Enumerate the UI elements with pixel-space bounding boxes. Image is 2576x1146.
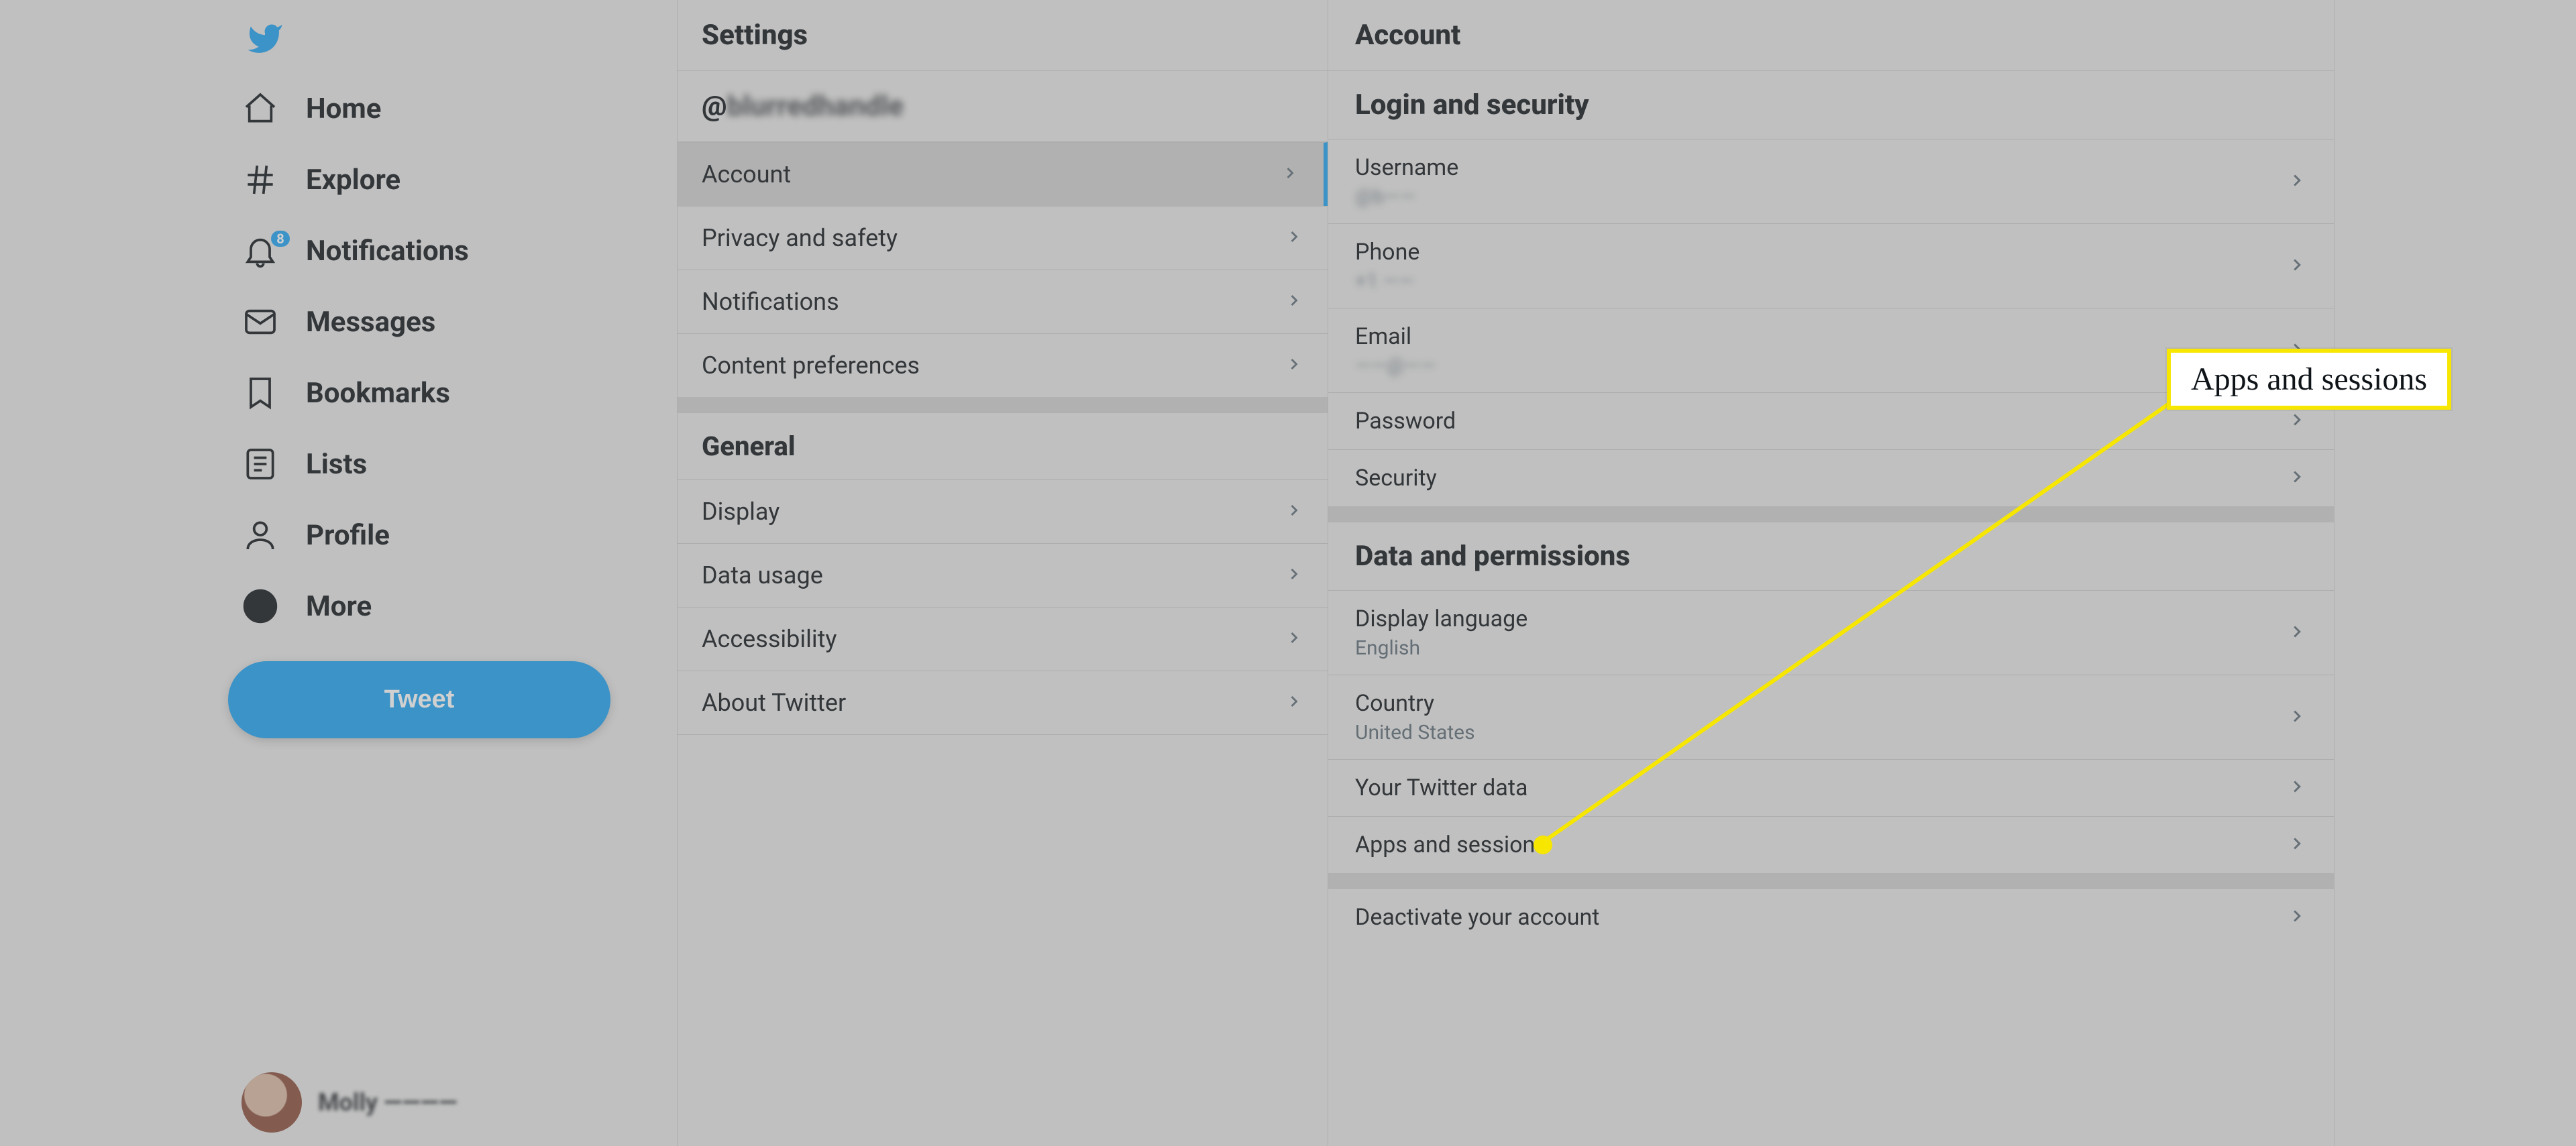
chevron-right-icon (2287, 170, 2307, 193)
settings-item-content[interactable]: Content preferences (678, 333, 1328, 397)
chevron-right-icon (2287, 906, 2307, 929)
chevron-right-icon (2287, 467, 2307, 490)
chevron-right-icon (1285, 288, 1303, 316)
nav-label: Messages (306, 306, 435, 339)
chevron-right-icon (2287, 410, 2307, 433)
settings-item-data-usage[interactable]: Data usage (678, 543, 1328, 607)
nav-label: Explore (306, 164, 400, 196)
settings-item-about[interactable]: About Twitter (678, 671, 1328, 735)
account-item-phone[interactable]: Phone +1 —— (1328, 223, 2334, 308)
nav-label: Bookmarks (306, 377, 450, 410)
annotation-dot (1534, 836, 1552, 854)
chevron-right-icon (1285, 561, 1303, 589)
user-icon (241, 516, 279, 554)
list-icon (241, 445, 279, 483)
nav-label: More (306, 590, 372, 623)
nav-bookmarks[interactable]: Bookmarks (228, 358, 677, 428)
tweet-button[interactable]: Tweet (228, 661, 610, 738)
twitter-logo[interactable] (228, 13, 677, 67)
avatar (241, 1072, 302, 1133)
settings-general-heading: General (678, 413, 1328, 479)
settings-column: Settings @blurredhandle Account Privacy … (678, 0, 1328, 1146)
chevron-right-icon (2287, 777, 2307, 799)
chevron-right-icon (1285, 498, 1303, 526)
chevron-right-icon (1285, 224, 1303, 252)
nav-messages[interactable]: Messages (228, 287, 677, 357)
mail-icon (241, 303, 279, 341)
home-icon (241, 90, 279, 127)
account-item-twitter-data[interactable]: Your Twitter data (1328, 759, 2334, 816)
nav-lists[interactable]: Lists (228, 429, 677, 499)
settings-item-display[interactable]: Display (678, 479, 1328, 543)
account-item-username[interactable]: Username @b—— (1328, 139, 2334, 223)
chevron-right-icon (2287, 255, 2307, 278)
settings-item-accessibility[interactable]: Accessibility (678, 607, 1328, 671)
account-item-apps-sessions[interactable]: Apps and sessions (1328, 816, 2334, 873)
notification-badge: 8 (271, 231, 290, 247)
account-item-country[interactable]: Country United States (1328, 675, 2334, 759)
nav-profile[interactable]: Profile (228, 500, 677, 570)
nav-label: Notifications (306, 235, 469, 268)
nav-label: Home (306, 93, 381, 125)
data-permissions-heading: Data and permissions (1328, 522, 2334, 590)
more-icon (241, 587, 279, 625)
account-item-security[interactable]: Security (1328, 449, 2334, 506)
hash-icon (241, 161, 279, 198)
settings-handle: @blurredhandle (678, 71, 1328, 142)
account-column: Account Login and security Username @b——… (1328, 0, 2334, 1146)
current-user[interactable]: Molly ———— (228, 1059, 677, 1146)
settings-title: Settings (678, 0, 1328, 71)
chevron-right-icon (2287, 834, 2307, 856)
chevron-right-icon (2287, 622, 2307, 644)
nav-label: Profile (306, 519, 390, 552)
account-item-display-language[interactable]: Display language English (1328, 590, 2334, 675)
account-title: Account (1328, 0, 2334, 71)
nav-more[interactable]: More (228, 571, 677, 641)
nav-home[interactable]: Home (228, 74, 677, 144)
bookmark-icon (241, 374, 279, 412)
annotation-callout: Apps and sessions (2167, 349, 2451, 410)
account-item-deactivate[interactable]: Deactivate your account (1328, 889, 2334, 946)
primary-nav: Home Explore 8 Notifications Messages Bo… (228, 0, 678, 1146)
settings-item-notifications[interactable]: Notifications (678, 270, 1328, 333)
login-security-heading: Login and security (1328, 71, 2334, 139)
nav-explore[interactable]: Explore (228, 145, 677, 215)
settings-item-account[interactable]: Account (678, 142, 1328, 206)
chevron-right-icon (1281, 160, 1299, 188)
chevron-right-icon (1285, 625, 1303, 653)
bell-icon: 8 (241, 232, 279, 270)
user-name: Molly ———— (318, 1088, 458, 1116)
settings-item-privacy[interactable]: Privacy and safety (678, 206, 1328, 270)
chevron-right-icon (1285, 351, 1303, 380)
chevron-right-icon (2287, 706, 2307, 729)
chevron-right-icon (1285, 689, 1303, 717)
nav-label: Lists (306, 448, 367, 481)
nav-notifications[interactable]: 8 Notifications (228, 216, 677, 286)
